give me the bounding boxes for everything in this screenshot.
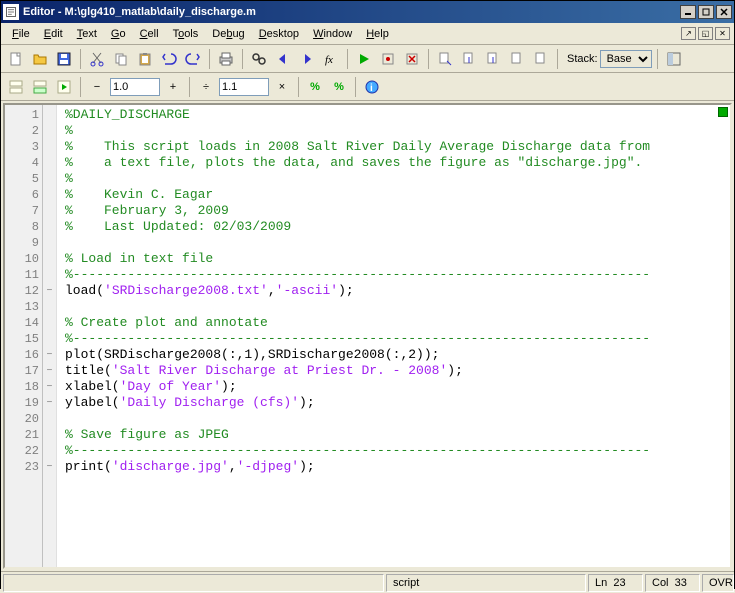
insert-cell-break-button[interactable]: % xyxy=(328,76,350,98)
dock-button[interactable] xyxy=(663,48,685,70)
statusbar: script Ln 23 Col 33 OVR xyxy=(1,571,734,593)
new-file-button[interactable] xyxy=(5,48,27,70)
save-button[interactable] xyxy=(53,48,75,70)
increment-button[interactable]: + xyxy=(162,76,184,98)
close-button[interactable] xyxy=(716,5,732,19)
breakpoint-column[interactable]: −−−−−− xyxy=(43,105,57,567)
window-title: Editor - M:\glg410_matlab\daily_discharg… xyxy=(23,6,680,18)
toolbar-main: fx Stack: Base xyxy=(1,45,734,73)
increment-value-1[interactable] xyxy=(110,78,160,96)
editor-area: 1234567891011121314151617181920212223 −−… xyxy=(3,103,732,569)
paste-button[interactable] xyxy=(134,48,156,70)
cell-mode-button[interactable] xyxy=(5,76,27,98)
menu-file[interactable]: File xyxy=(5,26,37,42)
menu-text[interactable]: Text xyxy=(70,26,104,42)
undo-button[interactable] xyxy=(158,48,180,70)
stack-label: Stack: xyxy=(567,53,598,65)
titlebar: Editor - M:\glg410_matlab\daily_discharg… xyxy=(1,1,734,23)
run-advance-button[interactable] xyxy=(377,48,399,70)
doc-close-button[interactable]: ✕ xyxy=(715,27,730,40)
doc-restore-button[interactable]: ◱ xyxy=(698,27,713,40)
menu-go[interactable]: Go xyxy=(104,26,133,42)
multiply-button[interactable]: × xyxy=(271,76,293,98)
menu-help[interactable]: Help xyxy=(359,26,396,42)
step-button[interactable] xyxy=(434,48,456,70)
line-number-gutter: 1234567891011121314151617181920212223 xyxy=(5,105,43,567)
maximize-button[interactable] xyxy=(698,5,714,19)
eval-function-button[interactable]: fx xyxy=(320,48,342,70)
menu-cell[interactable]: Cell xyxy=(133,26,166,42)
exit-debug-button[interactable] xyxy=(530,48,552,70)
nav-forward-button[interactable] xyxy=(296,48,318,70)
copy-button[interactable] xyxy=(110,48,132,70)
menu-edit[interactable]: Edit xyxy=(37,26,70,42)
stack-select[interactable]: Base xyxy=(600,50,652,68)
find-button[interactable] xyxy=(248,48,270,70)
menu-desktop[interactable]: Desktop xyxy=(252,26,306,42)
menu-debug[interactable]: Debug xyxy=(205,26,251,42)
run-button[interactable] xyxy=(353,48,375,70)
increment-value-2[interactable] xyxy=(219,78,269,96)
menu-tools[interactable]: Tools xyxy=(166,26,206,42)
cut-button[interactable] xyxy=(86,48,108,70)
eval-cell-advance-button[interactable] xyxy=(53,76,75,98)
show-cell-titles-button[interactable]: i xyxy=(361,76,383,98)
continue-button[interactable] xyxy=(506,48,528,70)
step-out-button[interactable] xyxy=(482,48,504,70)
app-icon xyxy=(3,4,19,20)
divide-button[interactable]: ÷ xyxy=(195,76,217,98)
print-button[interactable] xyxy=(215,48,237,70)
eval-cell-button[interactable] xyxy=(29,76,51,98)
insert-cell-divider-button[interactable]: % xyxy=(304,76,326,98)
menubar: File Edit Text Go Cell Tools Debug Deskt… xyxy=(1,23,734,45)
breakpoint-button[interactable] xyxy=(401,48,423,70)
code-analyzer-indicator[interactable] xyxy=(718,107,728,117)
redo-button[interactable] xyxy=(182,48,204,70)
decrement-button[interactable]: − xyxy=(86,76,108,98)
svg-text:i: i xyxy=(370,83,373,94)
code-text-area[interactable]: %DAILY_DISCHARGE%% This script loads in … xyxy=(57,105,730,567)
toolbar-cell: − + ÷ × % % i xyxy=(1,73,734,101)
menu-window[interactable]: Window xyxy=(306,26,359,42)
doc-dock-button[interactable]: ↗ xyxy=(681,27,696,40)
open-file-button[interactable] xyxy=(29,48,51,70)
nav-back-button[interactable] xyxy=(272,48,294,70)
svg-text:fx: fx xyxy=(325,54,333,66)
minimize-button[interactable] xyxy=(680,5,696,19)
step-in-button[interactable] xyxy=(458,48,480,70)
